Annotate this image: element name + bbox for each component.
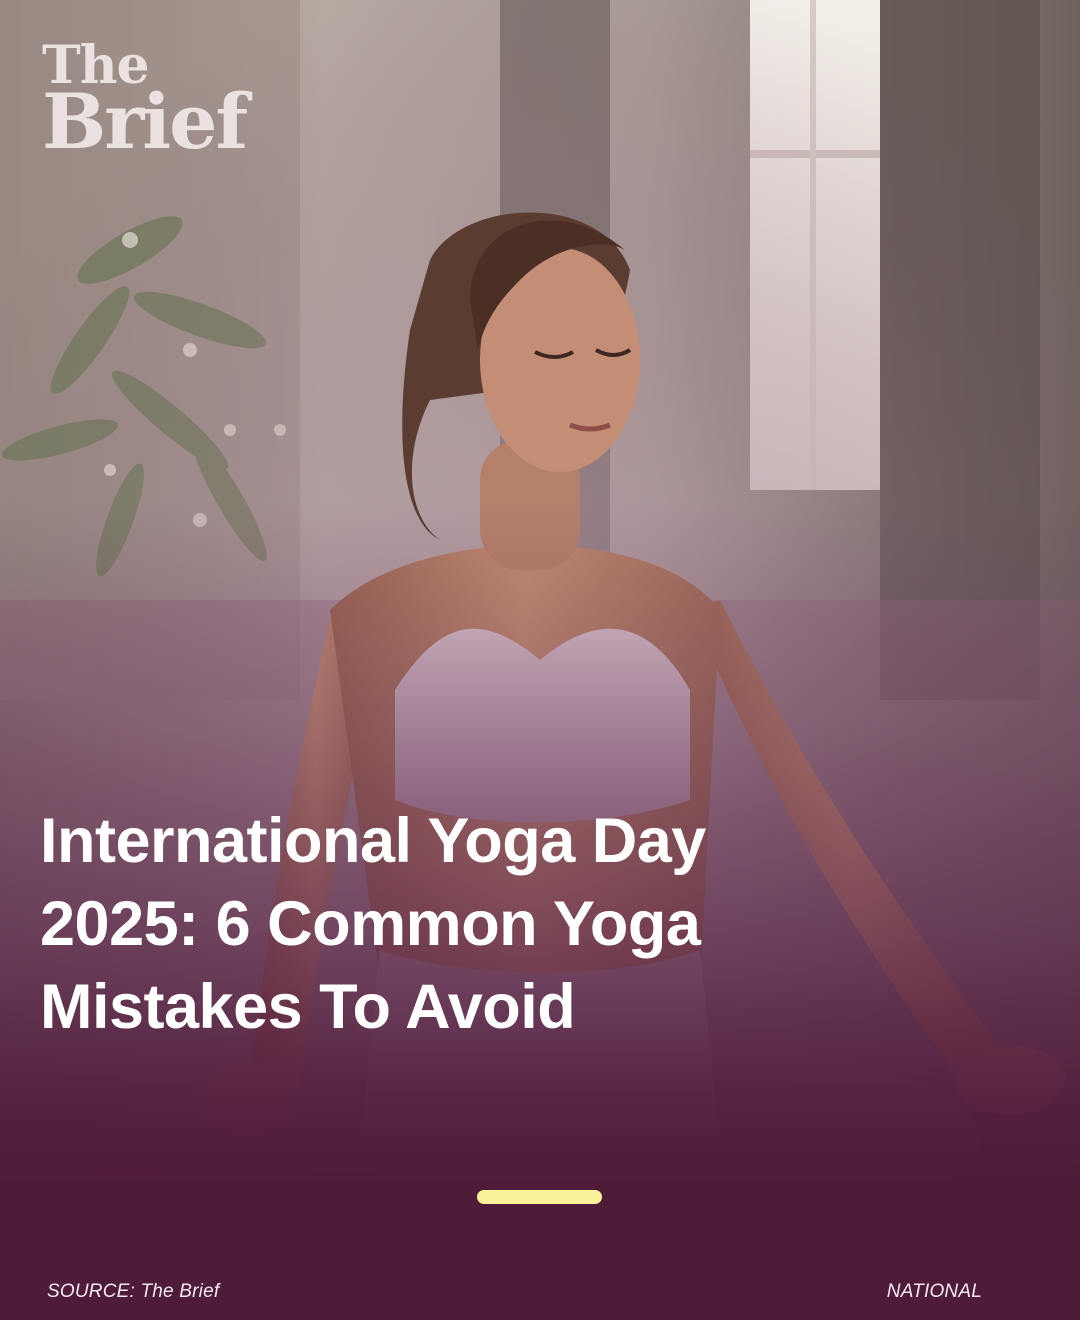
logo-line-brief: Brief <box>42 76 248 166</box>
story-card[interactable]: The Brief International Yoga Day 2025: 6… <box>0 0 1080 1320</box>
category-label: NATIONAL <box>886 1281 982 1302</box>
gradient-overlay <box>0 0 1080 1320</box>
page-indicator[interactable] <box>477 1190 602 1204</box>
the-brief-logo: The Brief <box>42 40 248 166</box>
source-label: SOURCE: The Brief <box>47 1281 220 1302</box>
headline: International Yoga Day 2025: 6 Common Yo… <box>40 806 706 1042</box>
